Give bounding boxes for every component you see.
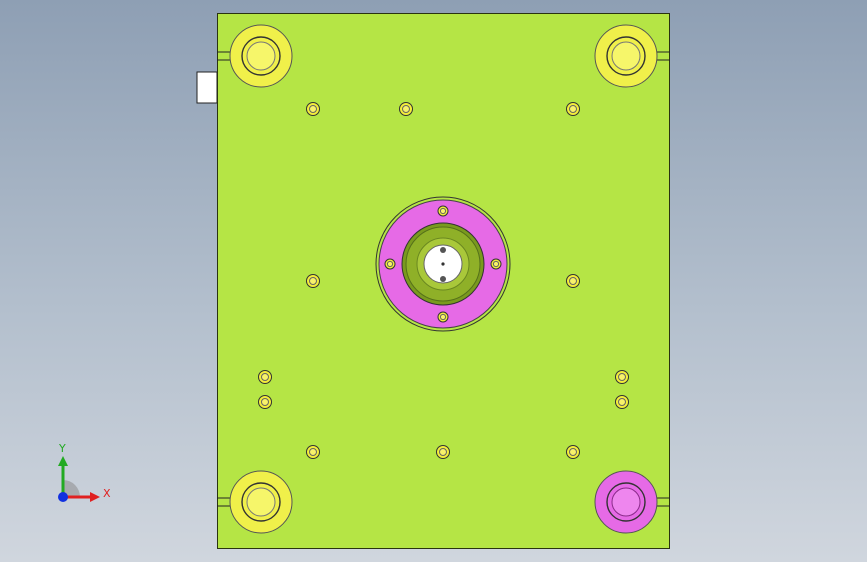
model-view[interactable] — [0, 0, 867, 562]
bolt-head — [306, 102, 320, 116]
coordinate-triad: Y X — [50, 440, 120, 510]
ring-screw — [384, 258, 396, 270]
locating-ring[interactable] — [375, 196, 511, 332]
bolt-head — [566, 445, 580, 459]
ring-screw — [437, 205, 449, 217]
graphics-viewport[interactable]: Y X — [0, 0, 867, 562]
axis-y-label: Y — [59, 442, 66, 455]
bolt-head — [566, 102, 580, 116]
bolt-head — [566, 274, 580, 288]
bolt-head — [399, 102, 413, 116]
bolt-head — [615, 395, 629, 409]
ring-screw — [437, 311, 449, 323]
side-tab[interactable] — [196, 71, 218, 104]
axis-x-label: X — [103, 487, 111, 500]
bolt-head — [258, 370, 272, 384]
bolt-head — [306, 445, 320, 459]
bolt-head — [615, 370, 629, 384]
ring-screw — [490, 258, 502, 270]
bolt-head — [436, 445, 450, 459]
bolt-head — [306, 274, 320, 288]
bolt-head — [258, 395, 272, 409]
